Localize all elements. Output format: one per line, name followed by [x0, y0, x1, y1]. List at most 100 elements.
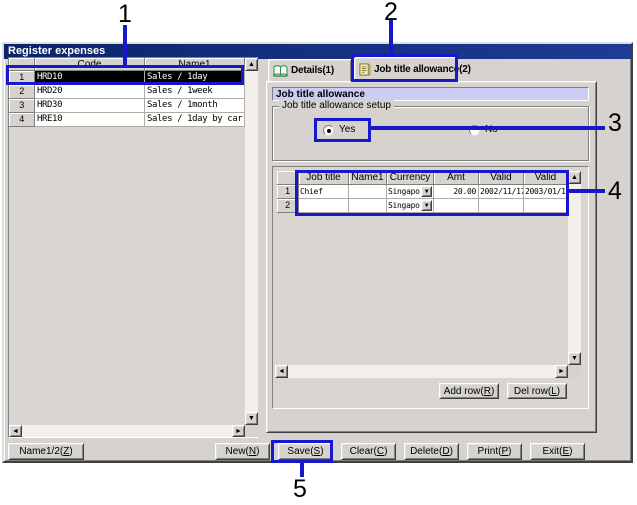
corner-header	[277, 171, 299, 185]
scroll-left-button[interactable]: ◄	[275, 365, 288, 378]
scroll-up-button[interactable]: ▲	[245, 58, 258, 71]
corner-header	[9, 58, 35, 71]
exit-button[interactable]: Exit(E)	[530, 443, 585, 460]
new-label: New(N)	[226, 446, 260, 457]
table-row[interactable]: 4HRE10Sales / 1day by car	[9, 113, 245, 127]
clear-label: Clear(C)	[350, 446, 388, 457]
groupbox-label: Job title allowance setup	[279, 100, 394, 111]
column-header-amt[interactable]: Amt	[434, 171, 479, 185]
del-row-label: Del row(L)	[514, 386, 560, 397]
expenses-table-body: 1HRD10Sales / 1day2HRD20Sales / 1week3HR…	[9, 71, 245, 127]
valid-from-cell[interactable]	[479, 199, 524, 213]
name12-button[interactable]: Name1/2(Z)	[8, 443, 84, 460]
new-button[interactable]: New(N)	[215, 443, 270, 460]
job-title-cell[interactable]: Chief	[299, 185, 349, 199]
horizontal-scrollbar[interactable]	[275, 365, 568, 378]
column-header-valid-to[interactable]: Valid	[524, 171, 568, 185]
valid-from-cell[interactable]: 2002/11/17	[479, 185, 524, 199]
name-cell: Sales / 1month	[145, 99, 245, 113]
scroll-up-button[interactable]: ▲	[568, 171, 581, 184]
table-row[interactable]: 2HRD20Sales / 1week	[9, 85, 245, 99]
exit-label: Exit(E)	[542, 446, 572, 457]
scroll-up-icon: ▲	[571, 174, 578, 181]
save-label: Save(S)	[287, 446, 323, 457]
print-button[interactable]: Print(P)	[467, 443, 522, 460]
tab-details[interactable]: Details(1)	[268, 59, 352, 82]
column-header-currency[interactable]: Currency	[387, 171, 434, 185]
scroll-up-icon: ▲	[248, 61, 255, 68]
callout-2-label: 2	[382, 0, 400, 25]
callout-5-label: 5	[293, 477, 307, 502]
table-row[interactable]: 3HRD30Sales / 1month	[9, 99, 245, 113]
expenses-table-header: Code Name1	[9, 58, 245, 71]
callout-1-label: 1	[116, 2, 134, 27]
add-row-button[interactable]: Add row(R)	[439, 383, 499, 399]
register-expenses-window: Register expenses Code Name1 1HRD10Sales…	[2, 42, 633, 463]
scroll-left-icon: ◄	[278, 368, 285, 375]
row-number-cell: 2	[277, 199, 299, 213]
name1-cell[interactable]	[349, 199, 387, 213]
add-row-label: Add row(R)	[444, 386, 495, 397]
table-row[interactable]: 1HRD10Sales / 1day	[9, 71, 245, 85]
row-number-cell: 2	[9, 85, 35, 99]
radio-no[interactable]	[469, 125, 480, 136]
amt-cell[interactable]: 20.00	[434, 185, 479, 199]
scroll-left-icon: ◄	[12, 428, 19, 435]
amt-cell[interactable]	[434, 199, 479, 213]
scrollbar-corner	[568, 365, 581, 378]
valid-to-cell[interactable]: 2003/01/16	[524, 185, 568, 199]
code-cell: HRD10	[35, 71, 145, 85]
table-row[interactable]: 2 Singapore▼	[277, 199, 568, 213]
scroll-down-icon: ▼	[248, 415, 255, 422]
currency-cell[interactable]: Singapore▼	[387, 185, 434, 199]
scroll-down-button[interactable]: ▼	[245, 412, 258, 425]
notepad-icon	[359, 63, 371, 76]
scroll-down-button[interactable]: ▼	[568, 352, 581, 365]
name12-label: Name1/2(Z)	[19, 446, 72, 457]
column-header-job-title[interactable]: Job title	[299, 171, 349, 185]
allowance-table: Job title Name1 Currency Amt Valid Valid…	[272, 166, 589, 409]
name1-cell[interactable]	[349, 185, 387, 199]
scroll-right-icon: ►	[235, 428, 242, 435]
screen: Register expenses Code Name1 1HRD10Sales…	[0, 0, 637, 505]
clear-button[interactable]: Clear(C)	[341, 443, 396, 460]
code-cell: HRE10	[35, 113, 145, 127]
delete-button[interactable]: Delete(D)	[404, 443, 459, 460]
print-label: Print(P)	[478, 446, 512, 457]
tab-job-title-allowance-label: Job title allowance(2)	[374, 64, 471, 75]
expenses-table: Code Name1 1HRD10Sales / 1day2HRD20Sales…	[8, 57, 258, 438]
scroll-down-icon: ▼	[571, 355, 578, 362]
panel-header: Job title allowance	[272, 87, 589, 101]
currency-cell[interactable]: Singapore▼	[387, 199, 434, 213]
scroll-right-button[interactable]: ►	[555, 365, 568, 378]
tab-details-label: Details(1)	[291, 65, 334, 76]
name-cell: Sales / 1day	[145, 71, 245, 85]
window-title: Register expenses	[8, 45, 105, 57]
currency-dropdown-button[interactable]: ▼	[421, 200, 432, 211]
name-cell: Sales / 1day by car	[145, 113, 245, 127]
callout-5-line	[300, 463, 304, 477]
tab-job-title-allowance[interactable]: Job title allowance(2)	[354, 57, 458, 82]
job-title-cell[interactable]	[299, 199, 349, 213]
column-header-name1[interactable]: Name1	[349, 171, 387, 185]
column-header-valid-from[interactable]: Valid	[479, 171, 524, 185]
radio-yes-label[interactable]: Yes	[339, 124, 355, 135]
book-icon	[273, 65, 288, 77]
valid-to-cell[interactable]	[524, 199, 568, 213]
allowance-table-body: 1ChiefSingapore▼20.002002/11/172003/01/1…	[277, 185, 568, 213]
del-row-button[interactable]: Del row(L)	[507, 383, 567, 399]
currency-dropdown-button[interactable]: ▼	[421, 186, 432, 197]
name-cell: Sales / 1week	[145, 85, 245, 99]
allowance-setup-groupbox: Job title allowance setup Yes No	[272, 106, 589, 161]
vertical-scrollbar[interactable]	[245, 58, 258, 425]
scroll-right-button[interactable]: ►	[232, 425, 245, 437]
column-header-name1[interactable]: Name1	[145, 58, 245, 71]
radio-no-label[interactable]: No	[485, 124, 498, 135]
horizontal-scrollbar[interactable]	[9, 425, 245, 437]
radio-yes[interactable]	[323, 125, 334, 136]
vertical-scrollbar[interactable]	[568, 171, 581, 365]
column-header-code[interactable]: Code	[35, 58, 145, 71]
save-button[interactable]: Save(S)	[278, 443, 333, 460]
scroll-left-button[interactable]: ◄	[9, 425, 22, 437]
table-row[interactable]: 1ChiefSingapore▼20.002002/11/172003/01/1…	[277, 185, 568, 199]
